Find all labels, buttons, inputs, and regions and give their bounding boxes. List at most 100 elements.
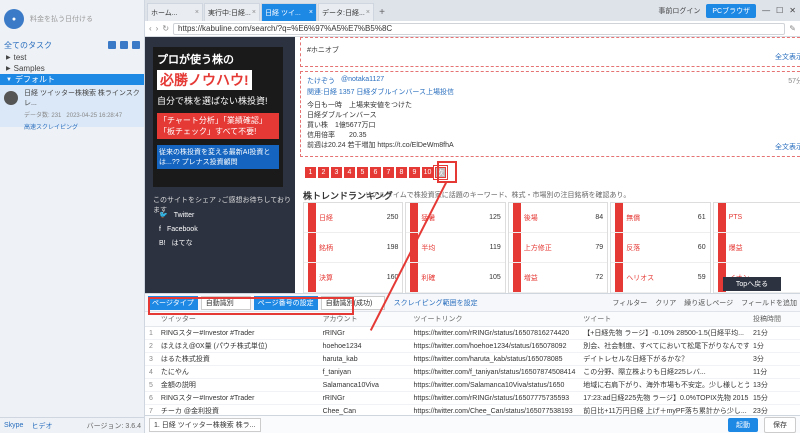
user-avatar[interactable]: ● <box>4 9 24 29</box>
table-row[interactable]: 2 ほえほえ@0X量 (パウチ株式単位) hoehoe1234 https://twi… <box>145 339 800 353</box>
column-header[interactable]: ツイート <box>579 312 750 327</box>
back-to-top-button[interactable]: Topへ戻る <box>723 277 781 291</box>
tab-data[interactable]: データ:日経... × <box>318 3 374 21</box>
ranking-column: 猛暑125 半均119 利確105 <box>405 202 506 293</box>
page-button[interactable]: 6 <box>370 167 381 178</box>
tweet-card: たけぞう @notaka1127 57分 関連:日経 1357 日経ダブルインバ… <box>300 71 800 157</box>
table-row[interactable]: 1 RINGスター#Investor #Trader rRINGr https://t… <box>145 326 800 340</box>
twitter-share-button[interactable]: 🐦 Twitter <box>153 209 283 221</box>
table-cell: 【+日経先物 ラージ】-0.10% 28500-1.5(日経平均... <box>579 326 750 340</box>
close-icon[interactable]: × <box>195 9 199 16</box>
table-row[interactable]: 4 たにやん f_taniyan https://twitter.com/f_tani… <box>145 365 800 379</box>
reload-icon[interactable]: ↻ <box>162 24 169 33</box>
table-cell: RINGスター#Investor #Trader <box>156 326 319 340</box>
browser-mode-button[interactable]: PCブラウザ <box>706 3 757 18</box>
robot-icon <box>4 91 18 105</box>
close-window-icon[interactable]: ✕ <box>789 6 796 15</box>
ranking-item[interactable]: ヘリオス 59 <box>611 263 710 293</box>
column-header[interactable]: 投稿時間 <box>749 312 800 327</box>
close-icon[interactable]: × <box>309 9 313 16</box>
ranking-item[interactable]: 増益 72 <box>508 263 608 293</box>
maximize-icon[interactable]: ☐ <box>776 6 783 15</box>
table-cell: ほえほえ@0X量 (パウチ株式単位) <box>156 339 319 353</box>
table-cell: 3分 <box>749 352 800 366</box>
task-panel: ● 料金を払う日付ける 全てのタスク ▶ test ▶ Samples ▼ デフォルト… <box>0 0 145 433</box>
edit-icon[interactable]: ✎ <box>789 24 796 33</box>
close-icon[interactable]: × <box>366 9 370 16</box>
url-input[interactable]: https://kabuline.com/search/?q=%E6%97%A5… <box>173 22 786 35</box>
tab-active[interactable]: 日経 ツイ... × <box>261 3 317 21</box>
top-right-controls: 事前ログイン PCブラウザ — ☐ ✕ <box>658 0 800 21</box>
ranking-column: 後場 84 上方修正 79 増益 72 <box>507 202 609 293</box>
hatena-share-button[interactable]: B! はてな <box>153 237 283 249</box>
full-text-button[interactable]: 全文表示 <box>775 142 800 152</box>
page-button[interactable]: 9 <box>409 167 420 178</box>
ranking-item[interactable]: 反落 60 <box>611 233 710 263</box>
table-tab[interactable]: 1. 日経 ツイッター株検索 株ラ... <box>149 417 261 432</box>
tab-running[interactable]: 実行中:日経... × <box>204 3 260 21</box>
minimize-icon[interactable]: — <box>762 6 770 15</box>
repeat-page-button[interactable]: 繰り返しページ <box>684 298 733 308</box>
full-text-button[interactable]: 全文表示 <box>775 52 800 62</box>
clear-button[interactable]: クリア <box>655 298 676 308</box>
page-button[interactable]: 8 <box>396 167 407 178</box>
page-button[interactable]: 4 <box>344 167 355 178</box>
settings-icon[interactable] <box>132 41 140 49</box>
video-link[interactable]: ヒデオ <box>31 421 52 431</box>
page-button[interactable]: 7 <box>383 167 394 178</box>
page-button[interactable]: 3 <box>331 167 342 178</box>
table-row[interactable]: 6 RINGスター#Investor #Trader rRINGr https://t… <box>145 391 800 405</box>
ad-banner[interactable]: プロが使う株の 必勝ノウハウ! 自分で株を選ばない株投資! 「チャート分析」「業… <box>153 47 283 187</box>
page-button[interactable]: 1 <box>305 167 316 178</box>
web-page: プロが使う株の 必勝ノウハウ! 自分で株を選ばない株投資! 「チャート分析」「業… <box>145 37 800 293</box>
page-button[interactable]: 2 <box>318 167 329 178</box>
table-cell: f_taniyan <box>318 365 410 379</box>
save-button[interactable]: 保存 <box>764 416 796 433</box>
tweet-related[interactable]: 関連:日経 1357 日経ダブルインバース上場投信 <box>307 87 800 97</box>
table-cell: 17:23:ad日経225先物 ラージ】0.0%TOPIX先物 2015 <box>579 391 750 405</box>
ranking-item[interactable]: 銘柄 198 <box>304 233 403 263</box>
scrape-range-link[interactable]: スクレイピング範囲を設定 <box>394 298 478 308</box>
tweet-user[interactable]: たけぞう <box>307 76 335 86</box>
table-row[interactable]: 3 はるた株式投資 haruta_kab https://twitter.com/ha… <box>145 352 800 366</box>
tree-item-samples[interactable]: ▶ Samples <box>0 63 144 74</box>
page-button[interactable]: 10 <box>422 167 433 178</box>
user-info[interactable]: ● 料金を払う日付ける <box>0 0 144 38</box>
back-icon[interactable]: ‹ <box>149 24 152 33</box>
table-cell: haruta_kab <box>318 352 410 366</box>
close-icon[interactable]: × <box>252 9 256 16</box>
add-tab-icon[interactable]: + <box>375 3 389 21</box>
skype-link[interactable]: Skype <box>4 422 23 429</box>
ranking-item[interactable]: 利確 105 <box>406 263 505 293</box>
tree-item-default[interactable]: ▼ デフォルト <box>0 74 144 85</box>
annotation-box-next <box>437 161 457 183</box>
ranking-item[interactable]: 爆益56 <box>713 233 800 263</box>
add-field-button[interactable]: フィールドを追加 <box>741 298 797 308</box>
ranking-item[interactable]: 半均 119 <box>406 233 505 263</box>
ranking-item[interactable]: 日経 250 <box>304 203 403 233</box>
forward-icon[interactable]: › <box>156 24 159 33</box>
user-plan[interactable]: 料金を払う日付ける <box>30 14 93 24</box>
run-mode[interactable]: 高速スクレイピング <box>24 122 140 131</box>
tweet-handle[interactable]: @notaka1127 <box>341 76 384 86</box>
tab-home[interactable]: ホーム... × <box>147 3 203 21</box>
tree-item-test[interactable]: ▶ test <box>0 52 144 63</box>
ranking-item[interactable]: 上方修正 79 <box>508 233 608 263</box>
tasks-header-label[interactable]: 全てのタスク <box>4 40 52 51</box>
tasks-header: 全てのタスク <box>0 38 144 52</box>
ranking-item[interactable]: 後場 84 <box>508 203 608 233</box>
page-button[interactable]: 5 <box>357 167 368 178</box>
ranking-item[interactable]: 決算 160 <box>304 263 403 293</box>
table-cell: hoehoe1234 <box>318 339 410 353</box>
facebook-share-button[interactable]: f Facebook <box>153 223 283 235</box>
login-button[interactable]: 事前ログイン <box>658 6 700 16</box>
task-card[interactable]: 日経 ツイッター株検索 株ラインスクレ... データ数: 231 2023-04… <box>0 85 144 131</box>
filter-button[interactable]: フィルター <box>612 298 647 308</box>
ranking-item[interactable]: PTS57 <box>713 203 800 233</box>
add-task-icon[interactable] <box>108 41 116 49</box>
table-row[interactable]: 5 金額の説明 Salamanca10Viva https://twitter.com… <box>145 378 800 392</box>
start-button[interactable]: 起動 <box>728 417 758 432</box>
folder-icon[interactable] <box>120 41 128 49</box>
ranking-item[interactable]: 無償 61 <box>611 203 710 233</box>
column-header[interactable]: ツイートリンク <box>409 312 580 327</box>
